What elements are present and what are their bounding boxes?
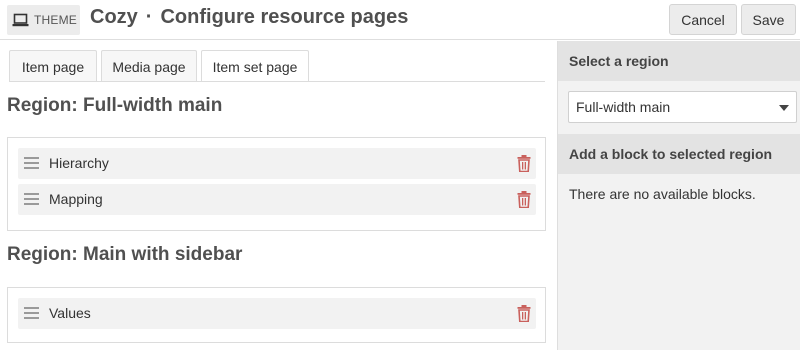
region-title-main-with-sidebar: Region: Main with sidebar <box>7 244 243 265</box>
add-block-heading: Add a block to selected region <box>558 134 800 174</box>
sidebar: Select a region Full-width main Add a bl… <box>557 41 800 350</box>
page-tabs: Item page Media page Item set page <box>9 50 313 82</box>
trash-icon[interactable] <box>517 191 531 208</box>
block-label: Hierarchy <box>49 155 109 171</box>
block-row: Hierarchy <box>18 148 536 179</box>
page-title-text: Configure resource pages <box>160 6 409 28</box>
trash-icon[interactable] <box>517 155 531 172</box>
block-label: Values <box>49 305 91 321</box>
tabs-divider <box>9 81 545 82</box>
region-select-value: Full-width main <box>576 99 671 115</box>
block-row: Values <box>18 298 536 329</box>
laptop-icon <box>12 13 29 26</box>
block-row: Mapping <box>18 184 536 215</box>
theme-name: Cozy <box>90 6 138 28</box>
tab-media-page[interactable]: Media page <box>101 50 197 82</box>
drag-handle-icon[interactable] <box>24 193 39 205</box>
block-label: Mapping <box>49 191 103 207</box>
title-separator: · <box>145 6 153 28</box>
tab-item-page[interactable]: Item page <box>9 50 97 82</box>
page-title: Cozy · Configure resource pages <box>90 6 408 29</box>
chevron-down-icon <box>779 105 789 111</box>
trash-icon[interactable] <box>517 305 531 322</box>
drag-handle-icon[interactable] <box>24 307 39 319</box>
theme-badge-label: THEME <box>34 13 77 27</box>
region-title-full-width-main: Region: Full-width main <box>7 95 223 116</box>
region-select[interactable]: Full-width main <box>568 91 797 123</box>
cancel-button[interactable]: Cancel <box>669 4 737 35</box>
theme-badge: THEME <box>7 5 80 35</box>
page-header: THEME Cozy · Configure resource pages Canc… <box>0 0 800 40</box>
tab-item-set-page[interactable]: Item set page <box>201 50 309 82</box>
drag-handle-icon[interactable] <box>24 157 39 169</box>
region-box-main-with-sidebar: Values <box>7 287 546 343</box>
select-region-heading: Select a region <box>558 41 800 81</box>
save-button[interactable]: Save <box>741 4 796 35</box>
region-box-full-width-main: Hierarchy Mapping <box>7 137 546 231</box>
no-blocks-message: There are no available blocks. <box>569 186 756 202</box>
